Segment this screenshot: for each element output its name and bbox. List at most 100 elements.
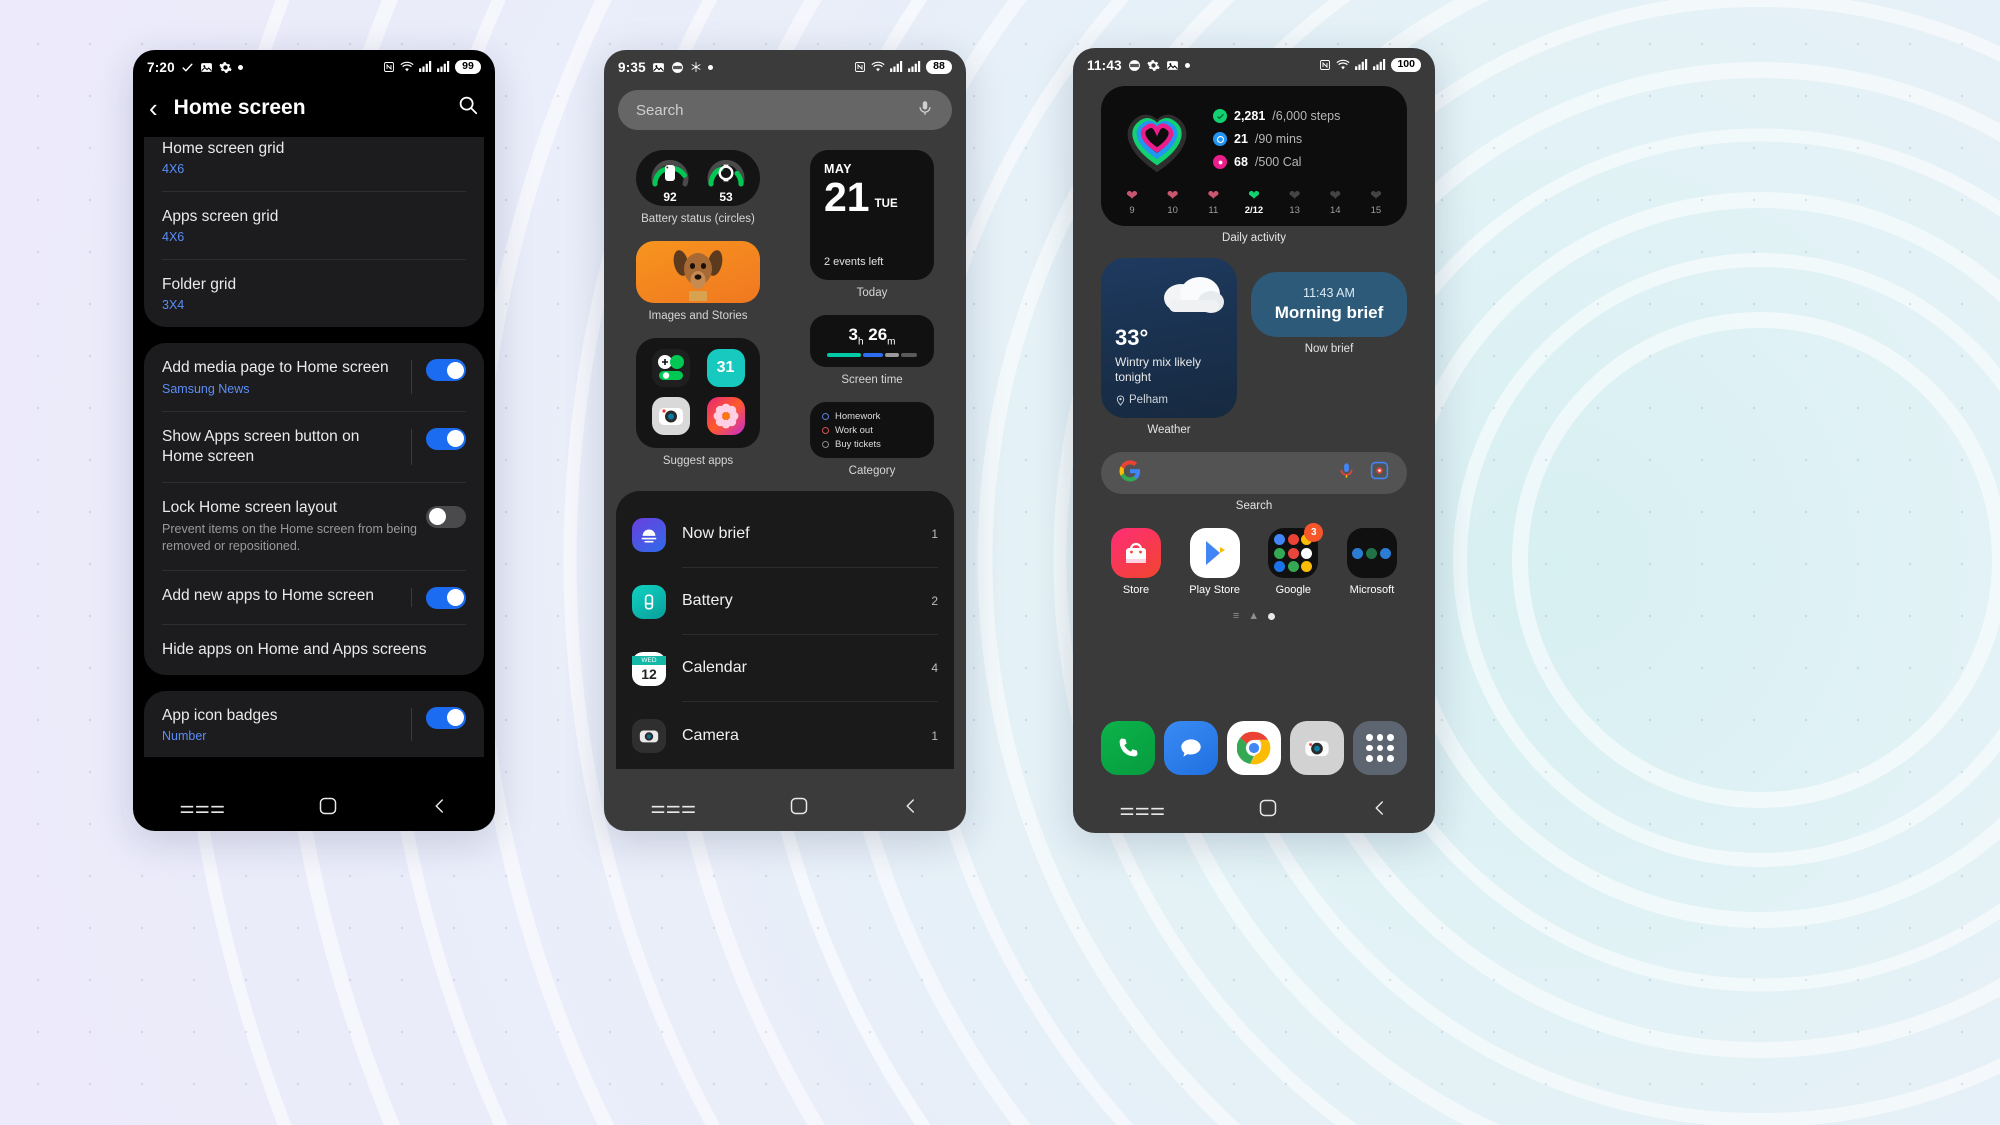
home-icon[interactable]: [789, 796, 809, 821]
signal-icon: [890, 61, 903, 73]
widget-battery-status-circles[interactable]: 92 53 Battery status (circles): [618, 150, 778, 225]
widget-caption: Today: [856, 287, 888, 299]
row-title: Apps screen grid: [162, 208, 279, 226]
search-input[interactable]: Search: [618, 90, 952, 130]
row-title: Home screen grid: [162, 140, 285, 157]
category-preview: Homework Work out Buy tickets: [810, 402, 934, 458]
list-item[interactable]: Battery 2: [616, 568, 954, 635]
app-play-store[interactable]: Play Store: [1184, 528, 1246, 596]
widget-category[interactable]: Homework Work out Buy tickets Category: [792, 402, 952, 477]
page-title: Home screen: [173, 95, 306, 119]
settings-row[interactable]: Folder grid 3X4: [162, 259, 466, 327]
widget-suggest-apps[interactable]: 31 Suggest apps: [618, 338, 778, 467]
camera-app-icon[interactable]: [1290, 721, 1344, 775]
recents-icon[interactable]: ⚌⚌⚌: [1119, 800, 1165, 820]
now-brief-icon: [632, 517, 666, 552]
day-label: 13: [1289, 205, 1300, 216]
activity-day: ❤ 10: [1166, 187, 1179, 216]
settings-row[interactable]: Apps screen grid 4X6: [162, 191, 466, 259]
settings-scroll-area[interactable]: Home screen grid 4X6 Apps screen grid 4X…: [133, 137, 495, 757]
back-button[interactable]: ‹: [149, 95, 158, 121]
row-subtitle: 3X4: [162, 298, 185, 313]
page-dot-active[interactable]: [1268, 612, 1276, 620]
list-item-label: Camera: [682, 726, 739, 744]
signal2-icon: [437, 61, 450, 73]
settings-group-grids: Home screen grid 4X6 Apps screen grid 4X…: [144, 137, 484, 328]
page-dot-lines[interactable]: ≡: [1233, 610, 1239, 622]
search-icon[interactable]: [457, 94, 479, 121]
recents-icon[interactable]: ⚌⚌⚌: [650, 798, 696, 818]
toggle-apps-button[interactable]: [426, 427, 466, 450]
widget-grid: 92 53 Battery status (circles) Images an…: [604, 130, 966, 477]
toggle-add-new-apps[interactable]: [426, 586, 466, 609]
widget-weather[interactable]: 33° Wintry mix likely tonight Pelham Wea…: [1101, 258, 1237, 436]
settings-row-add-media[interactable]: Add media page to Home screen Samsung Ne…: [162, 343, 466, 410]
recents-icon[interactable]: ⚌⚌⚌: [179, 798, 225, 818]
settings-row-app-icon-badges[interactable]: App icon badges Number: [162, 691, 466, 757]
phone-app-icon[interactable]: [1101, 721, 1155, 775]
settings-row[interactable]: Home screen grid 4X6: [162, 137, 466, 191]
dot-icon: [1184, 62, 1190, 68]
weather-location: Pelham: [1115, 394, 1227, 406]
settings-row-lock-layout[interactable]: Lock Home screen layout Prevent items on…: [162, 481, 466, 570]
app-microsoft-folder[interactable]: Microsoft: [1341, 528, 1403, 596]
list-item[interactable]: Now brief 1: [616, 501, 954, 568]
list-item[interactable]: WED 12 Calendar 4: [616, 635, 954, 702]
google-search-bar[interactable]: [1101, 452, 1407, 494]
settings-row-apps-button[interactable]: Show Apps screen button on Home screen: [162, 410, 466, 482]
widget-images-and-stories[interactable]: Images and Stories: [618, 241, 778, 322]
calendar-day-number: 31: [716, 359, 735, 376]
calendar-events: 2 events left: [824, 256, 884, 268]
weather-description: Wintry mix likely tonight: [1115, 354, 1201, 385]
microphone-icon[interactable]: [916, 99, 934, 121]
activity-day: ❤ 13: [1288, 187, 1301, 216]
activity-day: ❤ 11: [1207, 187, 1220, 216]
back-icon[interactable]: [1371, 799, 1389, 822]
app-row: Store Play Store 3 Google Microsoft: [1101, 523, 1407, 596]
list-item[interactable]: Camera 1: [616, 702, 954, 769]
toggle-add-media[interactable]: [426, 359, 466, 382]
apps-grid-icon[interactable]: [1353, 721, 1407, 775]
screen-time-bar: [827, 353, 917, 358]
chrome-app-icon[interactable]: [1227, 721, 1281, 775]
app-label: Microsoft: [1349, 584, 1395, 596]
messages-app-icon[interactable]: [1164, 721, 1218, 775]
gear-icon: [219, 61, 232, 74]
gallery-icon: [706, 397, 745, 435]
widget-caption: Images and Stories: [648, 310, 748, 322]
badge-count: 3: [1304, 523, 1324, 542]
page-dot-home[interactable]: ▲: [1248, 610, 1259, 622]
widget-screen-time[interactable]: 3h 26m Screen time: [792, 315, 952, 386]
list-item-count: 1: [931, 728, 938, 743]
page-indicator[interactable]: ≡ ▲: [1101, 610, 1407, 622]
widget-daily-activity[interactable]: 2,281/6,000 steps 21/90 mins 68 /500 Cal…: [1101, 86, 1407, 244]
app-store[interactable]: Store: [1105, 528, 1167, 596]
home-icon[interactable]: [318, 796, 338, 821]
weather-card: 33° Wintry mix likely tonight Pelham: [1101, 258, 1237, 418]
settings-row-hide-apps[interactable]: Hide apps on Home and Apps screens: [162, 623, 466, 675]
back-icon[interactable]: [902, 797, 920, 820]
settings-row-add-new-apps[interactable]: Add new apps to Home screen: [162, 569, 466, 624]
activity-week-strip: ❤ 9 ❤ 10 ❤ 11 ❤ 2/12 ❤ 13 ❤ 14 ❤ 15: [1117, 188, 1391, 216]
toggle-app-icon-badges[interactable]: [426, 706, 466, 729]
widget-today-calendar[interactable]: MAY 21 TUE 2 events left Today: [792, 150, 952, 299]
home-icon[interactable]: [1258, 798, 1278, 823]
battery-watch-gauge: 53: [704, 152, 748, 204]
back-icon[interactable]: [431, 797, 449, 820]
toggle-lock-layout[interactable]: [426, 505, 466, 528]
battery-widget-preview: 92 53: [636, 150, 760, 206]
microsoft-folder-icon: [1346, 528, 1397, 578]
microphone-icon[interactable]: [1337, 461, 1356, 485]
app-google-folder[interactable]: 3 Google: [1262, 523, 1324, 596]
list-item-label: Calendar: [682, 659, 747, 676]
dock: [1091, 721, 1417, 775]
calendar-icon: WED 12: [632, 651, 666, 686]
time-unit: /90 mins: [1254, 132, 1303, 146]
widget-morning-brief[interactable]: 11:43 AM Morning brief Now brief: [1251, 272, 1407, 355]
widget-caption: Battery status (circles): [641, 213, 755, 225]
lens-icon[interactable]: [1370, 461, 1389, 485]
list-item-count: 2: [931, 594, 938, 608]
widget-google-search[interactable]: Search: [1101, 452, 1407, 512]
screen-time-minutes: 26: [868, 324, 888, 344]
dot-icon: [237, 64, 243, 70]
